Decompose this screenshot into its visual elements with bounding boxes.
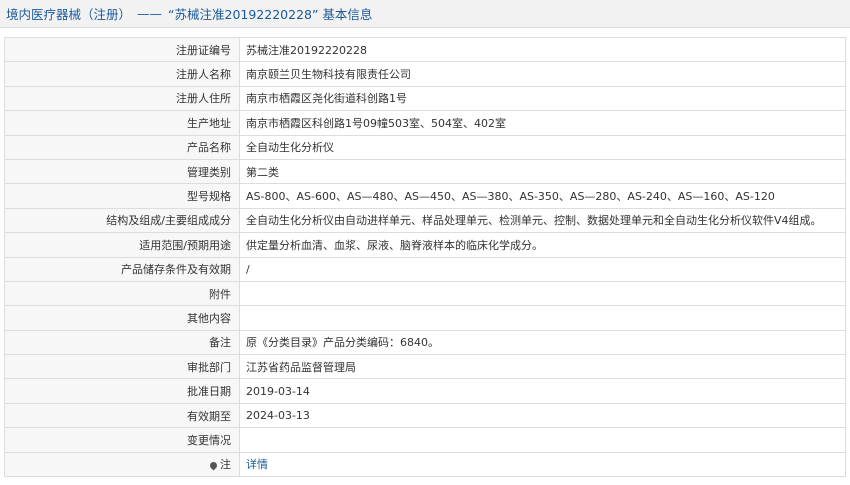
field-value: 2019-03-14 <box>239 378 846 404</box>
field-label: 其他内容 <box>4 305 240 331</box>
table-row: 型号规格 AS-800、AS-600、AS—480、AS—450、AS—380、A… <box>4 183 846 209</box>
table-row: 审批部门 江苏省药品监督管理局 <box>4 354 846 380</box>
header-separator: —— <box>137 6 163 21</box>
note-value-cell: 详情 <box>239 451 846 478</box>
details-link[interactable]: 详情 <box>246 458 268 471</box>
table-row: 其他内容 <box>4 305 846 331</box>
field-label: 产品名称 <box>4 134 240 160</box>
field-label: 结构及组成/主要组成成分 <box>4 207 240 234</box>
field-value <box>239 305 846 331</box>
field-label: 产品储存条件及有效期 <box>4 256 240 282</box>
table-row: 附件 <box>4 280 846 307</box>
field-label: 有效期至 <box>4 402 240 429</box>
field-label: 适用范围/预期用途 <box>4 232 240 258</box>
field-value: 2024-03-13 <box>239 402 846 429</box>
table-row: 注册人住所 南京市栖霞区尧化街道科创路1号 <box>4 85 846 112</box>
pin-icon <box>208 460 219 471</box>
table-row: 有效期至 2024-03-13 <box>4 402 846 429</box>
field-label: 变更情况 <box>4 427 240 453</box>
table-row: 产品名称 全自动生化分析仪 <box>4 134 846 160</box>
field-value: 江苏省药品监督管理局 <box>239 354 846 380</box>
note-label-cell: 注 <box>4 451 240 478</box>
field-label: 注册人名称 <box>4 61 240 87</box>
info-table-wrapper: 注册证编号 苏械注准20192220228 注册人名称 南京颐兰贝生物科技有限责任公司… <box>4 36 846 478</box>
table-row: 管理类别 第二类 <box>4 158 846 185</box>
page-header: 境内医疗器械（注册） —— “苏械注准20192220228” 基本信息 <box>0 0 850 28</box>
table-row: 备注 原《分类目录》产品分类编码：6840。 <box>4 329 846 356</box>
field-label: 备注 <box>4 329 240 356</box>
table-row: 注册证编号 苏械注准20192220228 <box>4 36 846 63</box>
field-value: 第二类 <box>239 158 846 185</box>
field-label: 注册证编号 <box>4 36 240 63</box>
table-row: 注册人名称 南京颐兰贝生物科技有限责任公司 <box>4 61 846 87</box>
field-value: / <box>239 256 846 282</box>
header-record-title: “苏械注准20192220228” 基本信息 <box>168 7 373 22</box>
field-value: 苏械注准20192220228 <box>239 36 846 63</box>
field-value: 原《分类目录》产品分类编码：6840。 <box>239 329 846 356</box>
field-label: 批准日期 <box>4 378 240 404</box>
field-value: 南京颐兰贝生物科技有限责任公司 <box>239 61 846 87</box>
table-row: 适用范围/预期用途 供定量分析血清、血浆、尿液、脑脊液样本的临床化学成分。 <box>4 232 846 258</box>
info-table: 注册证编号 苏械注准20192220228 注册人名称 南京颐兰贝生物科技有限责任公司… <box>4 36 846 478</box>
note-row: 注 详情 <box>4 451 846 478</box>
field-label: 附件 <box>4 280 240 307</box>
field-value: 南京市栖霞区科创路1号09幢503室、504室、402室 <box>239 110 846 136</box>
table-row: 变更情况 <box>4 427 846 453</box>
table-row: 结构及组成/主要组成成分 全自动生化分析仪由自动进样单元、样品处理单元、检测单元、… <box>4 207 846 234</box>
field-value <box>239 427 846 453</box>
field-value <box>239 280 846 307</box>
field-label: 型号规格 <box>4 183 240 209</box>
field-label: 审批部门 <box>4 354 240 380</box>
field-value: 南京市栖霞区尧化街道科创路1号 <box>239 85 846 112</box>
field-label: 管理类别 <box>4 158 240 185</box>
field-value: 全自动生化分析仪 <box>239 134 846 160</box>
field-value: AS-800、AS-600、AS—480、AS—450、AS—380、AS-35… <box>239 183 846 209</box>
field-label: 生产地址 <box>4 110 240 136</box>
field-value: 供定量分析血清、血浆、尿液、脑脊液样本的临床化学成分。 <box>239 232 846 258</box>
note-label: 注 <box>220 458 231 472</box>
table-row: 批准日期 2019-03-14 <box>4 378 846 404</box>
field-value: 全自动生化分析仪由自动进样单元、样品处理单元、检测单元、控制、数据处理单元和全自… <box>239 207 846 234</box>
field-label: 注册人住所 <box>4 85 240 112</box>
table-row: 产品储存条件及有效期 / <box>4 256 846 282</box>
table-row: 生产地址 南京市栖霞区科创路1号09幢503室、504室、402室 <box>4 110 846 136</box>
header-category: 境内医疗器械（注册） <box>6 7 132 22</box>
